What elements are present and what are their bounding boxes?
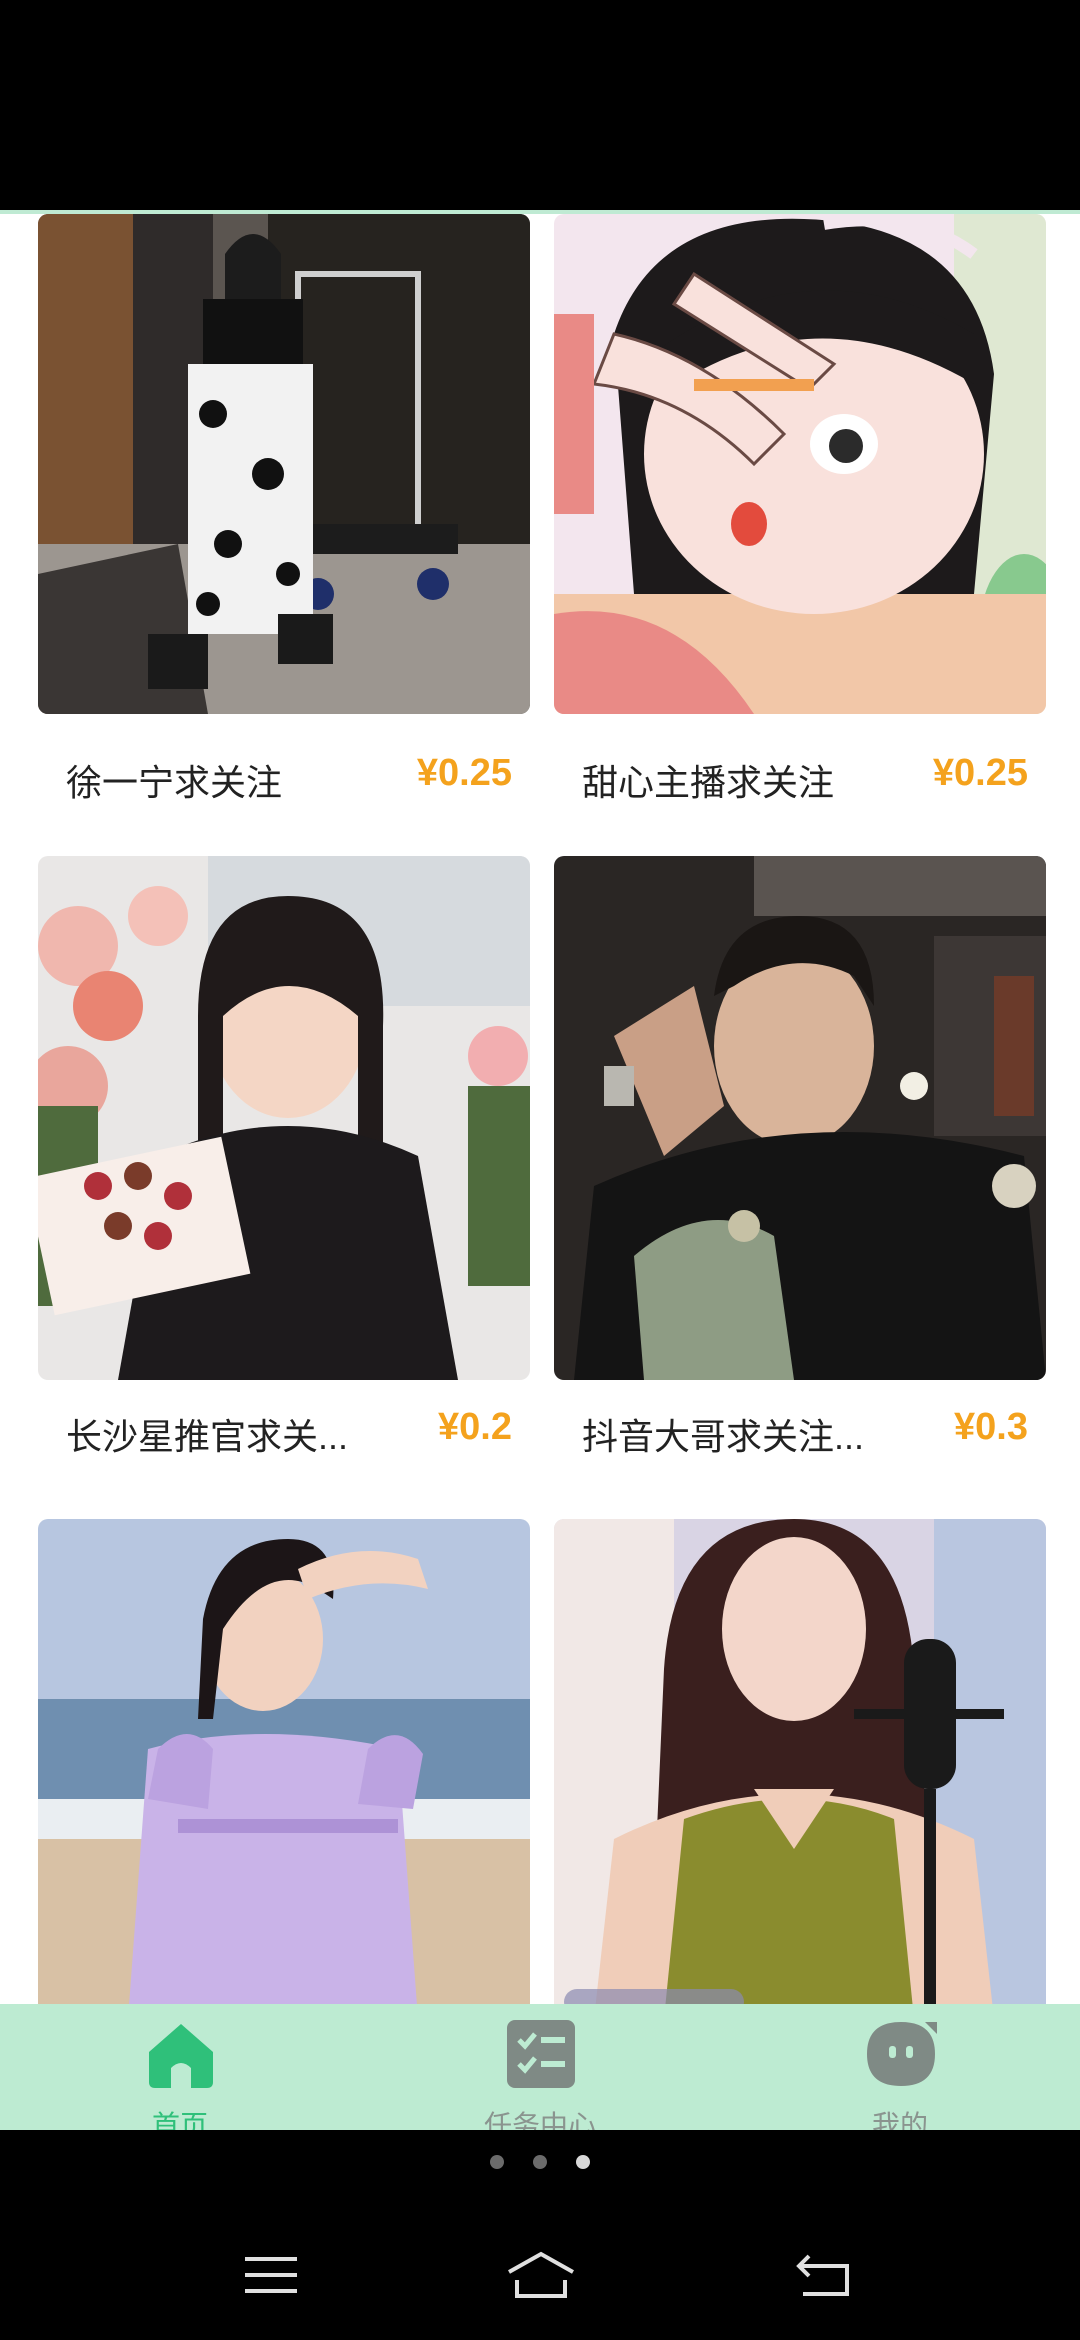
task-list-icon: [505, 2018, 577, 2090]
card-photo-woman-hotel-lobby: [38, 214, 530, 714]
task-card[interactable]: 徐一宁求关注 ¥0.25: [38, 214, 530, 826]
page-indicator: [0, 2130, 1080, 2200]
card-price: ¥0.3: [954, 1406, 1028, 1448]
page-dot: [533, 2155, 547, 2169]
bottom-tab-bar: 首页 任务中心 我的: [0, 2004, 1080, 2141]
status-bar: [0, 0, 1080, 210]
card-title: 徐一宁求关注: [66, 762, 283, 803]
card-title: 抖音大哥求关注...: [582, 1416, 865, 1457]
page-dot: [490, 2155, 504, 2169]
card-photo-woman-microphone: [554, 1519, 1046, 2008]
card-photo-woman-flowers: [38, 856, 530, 1380]
task-feed[interactable]: 徐一宁求关注 ¥0.25 甜心主播求关注 ¥0.25 长沙星推官求关... ¥0…: [0, 210, 1080, 2008]
card-title: 甜心主播求关注: [582, 762, 835, 803]
card-title: 长沙星推官求关...: [66, 1416, 349, 1457]
home-icon: [145, 2018, 217, 2090]
task-card[interactable]: 甜心主播求关注 ¥0.25: [554, 214, 1046, 826]
page-dot-active: [576, 2155, 590, 2169]
card-price: ¥0.25: [416, 752, 512, 794]
card-photo-anime-girl: [554, 214, 1046, 714]
home-nav-icon[interactable]: [505, 2250, 577, 2300]
task-card[interactable]: 抖音大哥求关注... ¥0.3: [554, 856, 1046, 1480]
task-card[interactable]: 长沙星推官求关... ¥0.2: [38, 856, 530, 1480]
card-photo-woman-beach: [38, 1519, 530, 2008]
task-card[interactable]: [38, 1519, 530, 2008]
tab-mine[interactable]: 我的: [790, 2004, 1010, 2141]
tab-home[interactable]: 首页: [70, 2004, 290, 2141]
profile-face-icon: [865, 2018, 937, 2090]
card-photo-man-black-shirt: [554, 856, 1046, 1380]
tab-task-center[interactable]: 任务中心: [430, 2004, 650, 2141]
system-nav-bar: [0, 2200, 1080, 2340]
task-card[interactable]: [554, 1519, 1046, 2008]
back-icon[interactable]: [795, 2250, 851, 2298]
menu-icon[interactable]: [245, 2255, 297, 2295]
card-price: ¥0.25: [932, 752, 1028, 794]
card-price: ¥0.2: [438, 1406, 512, 1448]
